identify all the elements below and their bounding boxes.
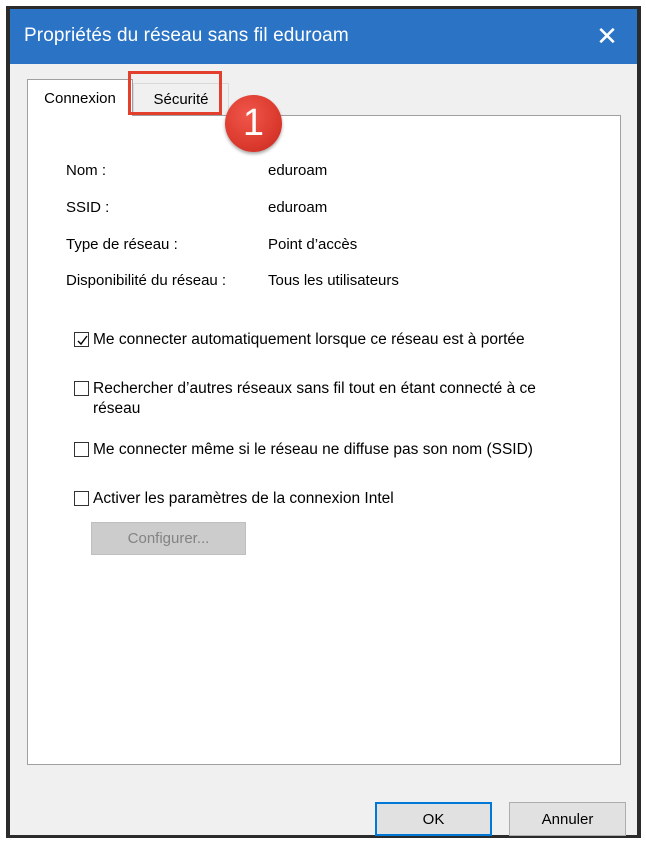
intel-settings-label: Activer les paramètres de la connexion I…: [93, 490, 394, 507]
name-label: Nom :: [66, 162, 107, 179]
network-type-value: Point d’accès: [268, 236, 358, 253]
network-properties-dialog: Propriétés du réseau sans fil eduroam ✕ …: [10, 9, 637, 836]
search-other-networks-checkbox[interactable]: [74, 381, 89, 396]
search-other-networks-label: Rechercher d’autres réseaux sans fil tou…: [93, 380, 536, 417]
tab-connexion[interactable]: Connexion: [27, 79, 133, 116]
intel-settings-checkbox[interactable]: [74, 491, 89, 506]
hidden-ssid-checkbox[interactable]: [74, 442, 89, 457]
cancel-button[interactable]: Annuler: [509, 802, 626, 836]
title-bar[interactable]: Propriétés du réseau sans fil eduroam ✕: [10, 9, 637, 64]
ok-button[interactable]: OK: [375, 802, 492, 836]
connexion-panel: Nom : eduroam SSID : eduroam Type de rés…: [27, 115, 621, 765]
ssid-value: eduroam: [268, 199, 328, 216]
auto-connect-label: Me connecter automatiquement lorsque ce …: [93, 331, 525, 348]
tab-strip: Connexion Sécurité: [27, 79, 621, 116]
close-icon[interactable]: ✕: [577, 9, 637, 64]
hidden-ssid-label: Me connecter même si le réseau ne diffus…: [93, 441, 533, 458]
name-value: eduroam: [268, 162, 328, 179]
availability-label: Disponibilité du réseau :: [66, 272, 227, 289]
window-title: Propriétés du réseau sans fil eduroam: [24, 25, 349, 46]
network-type-label: Type de réseau :: [66, 236, 178, 253]
checkmark-icon: [77, 335, 88, 346]
availability-value: Tous les utilisateurs: [268, 272, 399, 289]
tab-highlight-box: [128, 71, 222, 115]
step-badge: 1: [225, 95, 282, 152]
auto-connect-checkbox[interactable]: [74, 332, 89, 347]
ssid-label: SSID :: [66, 199, 110, 216]
configure-button: Configurer...: [91, 522, 246, 555]
